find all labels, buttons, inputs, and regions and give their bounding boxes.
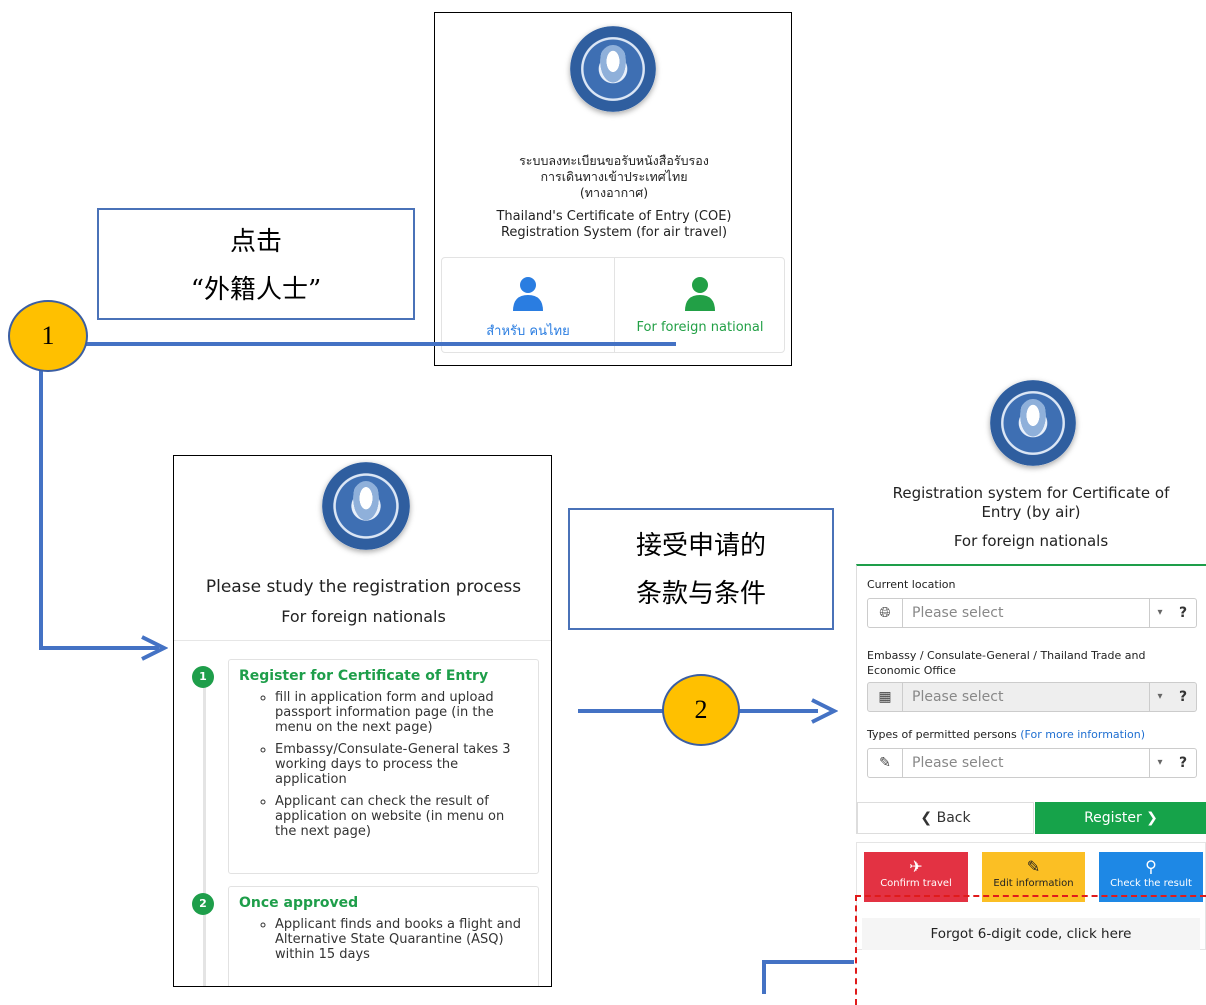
note1-line1: 点击 xyxy=(229,227,282,257)
register-button[interactable]: Register ❯ xyxy=(1035,802,1206,834)
help-icon[interactable]: ? xyxy=(1170,683,1196,711)
arrow-right-icon xyxy=(811,698,838,724)
instruction-note-accept-terms: 接受申请的 条款与条件 xyxy=(568,508,834,630)
current-location-placeholder: Please select xyxy=(912,605,1004,621)
connector-line xyxy=(39,364,43,649)
permitted-persons-placeholder: Please select xyxy=(912,755,1004,771)
instruction-note-click-foreign: 点击 “外籍人士” xyxy=(97,208,415,320)
embassy-select[interactable]: ▦ Please select ▾ ? xyxy=(867,682,1197,712)
chevron-down-icon: ▾ xyxy=(1149,749,1170,777)
step-badge-1: 1 xyxy=(8,300,88,372)
process-heading: Please study the registration process xyxy=(205,577,522,597)
list-item: Embassy/Consulate-General takes 3 workin… xyxy=(275,742,528,787)
thai-option-label: สำหรับ คนไทย xyxy=(486,324,570,339)
timeline-line xyxy=(203,666,206,986)
current-location-select[interactable]: 🌐︎ Please select ▾ ? xyxy=(867,598,1197,628)
step-title: Once approved xyxy=(239,895,359,911)
note2-line1: 接受申请的 xyxy=(635,531,766,561)
list-item: Applicant can check the result of applic… xyxy=(275,794,528,839)
permitted-persons-label: Types of permitted persons xyxy=(867,728,1017,741)
timeline-step-badge: 1 xyxy=(192,666,214,688)
chevron-down-icon: ▾ xyxy=(1149,683,1170,711)
coe-landing-panel: ระบบลงทะเบียนขอรับหนังสือรับรอง การเดินท… xyxy=(434,12,792,366)
connector-line xyxy=(762,960,854,964)
thai-government-seal xyxy=(570,26,656,112)
note1-line2: “外籍人士” xyxy=(190,275,322,305)
globe-icon: 🌐︎ xyxy=(868,599,903,627)
person-icon xyxy=(685,277,715,311)
option-card: สำหรับ คนไทย For foreign national xyxy=(441,257,785,353)
help-icon[interactable]: ? xyxy=(1170,599,1196,627)
list-item: fill in application form and upload pass… xyxy=(275,690,528,735)
connector-line xyxy=(762,960,766,994)
en-title-line2: Registration System (for air travel) xyxy=(500,225,728,240)
thai-national-option[interactable]: สำหรับ คนไทย xyxy=(442,258,614,352)
registration-process-panel: Please study the registration process Fo… xyxy=(173,455,552,987)
back-button[interactable]: ❮ Back xyxy=(857,802,1034,834)
register-button-label: Register xyxy=(1084,810,1142,826)
check-result-label: Check the result xyxy=(1110,878,1192,889)
connector-line xyxy=(86,342,676,346)
step-badge-2: 2 xyxy=(662,674,740,746)
thai-title-line3: (ทางอากาศ) xyxy=(579,185,649,200)
chevron-left-icon: ❮ xyxy=(920,810,933,826)
process-subheading: For foreign nationals xyxy=(281,607,446,626)
form-card: Current location 🌐︎ Please select ▾ ? Em… xyxy=(856,564,1206,834)
signature-icon: ✎ xyxy=(868,749,903,777)
chevron-right-icon: ❯ xyxy=(1146,810,1158,826)
form-title-line2: Entry (by air) xyxy=(981,503,1081,521)
search-icon: ⚲ xyxy=(1145,857,1157,876)
timeline-step-badge: 2 xyxy=(192,893,214,915)
list-item: Applicant finds and books a flight and A… xyxy=(275,917,528,962)
chevron-down-icon: ▾ xyxy=(1149,599,1170,627)
help-icon[interactable]: ? xyxy=(1170,749,1196,777)
current-location-label: Current location xyxy=(867,578,956,591)
airplane-icon: ✈ xyxy=(909,857,923,876)
form-subtitle: For foreign nationals xyxy=(953,532,1109,550)
note2-line2: 条款与条件 xyxy=(635,579,766,609)
foreign-option-label: For foreign national xyxy=(636,320,764,335)
step-card: Register for Certificate of Entry fill i… xyxy=(228,659,539,874)
edit-information-label: Edit information xyxy=(993,878,1074,889)
step-title: Register for Certificate of Entry xyxy=(239,668,489,684)
embassy-label: Embassy / Consulate-General / Thailand T… xyxy=(867,649,1146,677)
back-button-label: Back xyxy=(936,810,971,826)
foreign-national-option[interactable]: For foreign national xyxy=(615,258,785,352)
more-information-link[interactable]: (For more information) xyxy=(1020,728,1145,741)
permitted-persons-select[interactable]: ✎ Please select ▾ ? xyxy=(867,748,1197,778)
user-edit-icon: ✎ xyxy=(1026,857,1041,876)
thai-government-seal xyxy=(322,462,410,550)
embassy-placeholder: Please select xyxy=(912,689,1004,705)
en-title-line1: Thailand's Certificate of Entry (COE) xyxy=(496,209,732,224)
highlight-box xyxy=(855,895,1206,1005)
building-icon: ▦ xyxy=(868,683,903,711)
step-card: Once approved Applicant finds and books … xyxy=(228,886,539,986)
form-title-line1: Registration system for Certificate of xyxy=(892,484,1170,502)
thai-government-seal xyxy=(990,380,1076,466)
thai-title-line1: ระบบลงทะเบียนขอรับหนังสือรับรอง xyxy=(519,153,709,168)
arrow-right-icon xyxy=(141,635,168,661)
person-icon xyxy=(513,277,543,311)
thai-title-line2: การเดินทางเข้าประเทศไทย xyxy=(540,169,688,184)
confirm-travel-label: Confirm travel xyxy=(880,878,952,889)
